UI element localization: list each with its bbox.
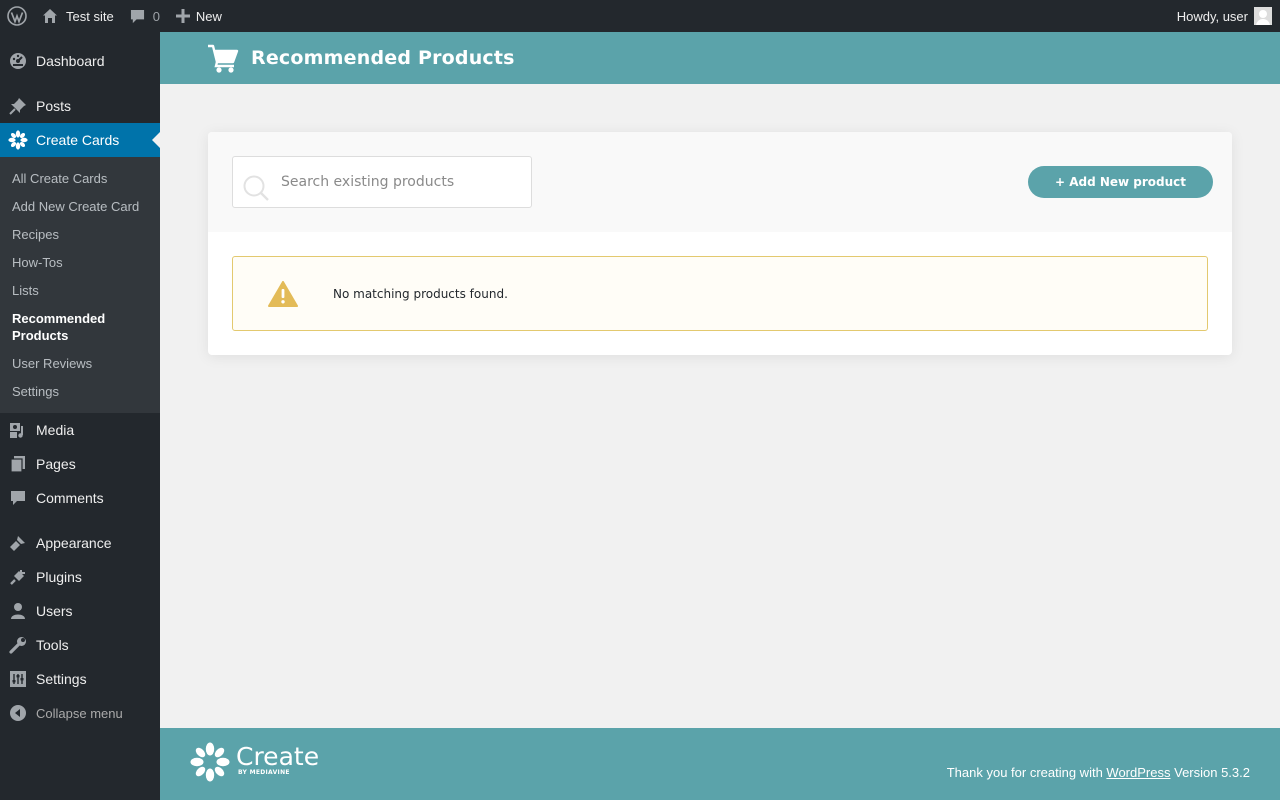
submenu-settings[interactable]: Settings	[0, 377, 160, 405]
wordpress-logo-button[interactable]	[0, 0, 34, 32]
notice-message: No matching products found.	[333, 286, 508, 301]
dashboard-icon	[8, 51, 28, 71]
sidebar-item-comments[interactable]: Comments	[0, 481, 160, 515]
comment-bubble-icon	[130, 9, 144, 23]
sidebar-item-media[interactable]: Media	[0, 413, 160, 447]
wrench-icon	[8, 635, 28, 655]
collapse-arrow-icon	[8, 703, 28, 723]
collapse-menu-button[interactable]: Collapse menu	[0, 696, 160, 730]
sidebar-item-tools[interactable]: Tools	[0, 628, 160, 662]
create-cards-submenu: All Create Cards Add New Create Card Rec…	[0, 157, 160, 413]
greeting-text: Howdy, user	[1176, 8, 1248, 24]
sidebar-item-label: Comments	[36, 490, 104, 506]
create-flower-logo-icon	[190, 742, 230, 782]
sidebar-item-label: Posts	[36, 98, 72, 114]
sidebar-item-label: Dashboard	[36, 53, 105, 69]
wordpress-link[interactable]: WordPress	[1106, 765, 1170, 780]
submenu-how-tos[interactable]: How-Tos	[0, 248, 160, 276]
avatar	[1254, 7, 1272, 25]
submenu-user-reviews[interactable]: User Reviews	[0, 349, 160, 377]
search-input[interactable]	[281, 157, 521, 207]
submenu-lists[interactable]: Lists	[0, 276, 160, 304]
comments-link[interactable]: 0	[122, 0, 168, 32]
sidebar-item-label: Users	[36, 603, 73, 619]
cart-icon	[207, 43, 239, 73]
footer-text-prefix: Thank you for creating with	[946, 765, 1103, 780]
new-content-button[interactable]: New	[168, 0, 230, 32]
submenu-all-create-cards[interactable]: All Create Cards	[0, 164, 160, 192]
footer-credit: Thank you for creating with WordPress Ve…	[947, 765, 1250, 780]
sidebar-item-appearance[interactable]: Appearance	[0, 526, 160, 560]
create-logo-word: Create	[236, 742, 320, 771]
submenu-recommended-products[interactable]: Recommended Products	[0, 304, 160, 349]
create-by-mediavine-logo: Create BY MEDIAVINE	[190, 742, 319, 782]
search-icon	[242, 174, 270, 205]
sidebar-item-settings[interactable]: Settings	[0, 662, 160, 696]
submenu-add-new-create-card[interactable]: Add New Create Card	[0, 192, 160, 220]
page-header: Recommended Products	[160, 32, 1280, 84]
plus-icon	[175, 9, 190, 23]
account-menu[interactable]: Howdy, user	[1169, 0, 1280, 32]
sidebar-item-users[interactable]: Users	[0, 594, 160, 628]
new-label: New	[195, 8, 222, 24]
sliders-icon	[8, 669, 28, 689]
sidebar-item-create-cards[interactable]: Create Cards	[0, 123, 160, 157]
submenu-recipes[interactable]: Recipes	[0, 220, 160, 248]
sidebar-item-dashboard[interactable]: Dashboard	[0, 44, 160, 78]
products-toolbar: + Add New product	[208, 132, 1232, 232]
site-name: Test site	[66, 8, 114, 24]
flower-icon	[8, 130, 28, 150]
sidebar-item-posts[interactable]: Posts	[0, 89, 160, 123]
sidebar-item-label: Pages	[36, 456, 76, 472]
add-new-product-button[interactable]: + Add New product	[1028, 166, 1213, 198]
admin-sidebar: Dashboard Posts Create Cards All Create …	[0, 32, 160, 800]
admin-bar: Test site 0 New Howdy, user	[0, 0, 1280, 32]
page-footer: Create BY MEDIAVINE Thank you for creati…	[160, 728, 1280, 800]
sidebar-item-label: Create Cards	[36, 132, 120, 148]
pin-icon	[8, 96, 28, 116]
sidebar-item-label: Tools	[36, 637, 69, 653]
wordpress-logo-icon	[7, 6, 27, 26]
page-title: Recommended Products	[251, 47, 515, 69]
site-name-link[interactable]: Test site	[34, 0, 122, 32]
sidebar-item-label: Plugins	[36, 569, 82, 585]
no-results-notice: No matching products found.	[232, 256, 1208, 331]
comment-icon	[8, 488, 28, 508]
warning-icon	[268, 280, 298, 307]
media-icon	[8, 420, 28, 440]
plug-icon	[8, 567, 28, 587]
sidebar-item-plugins[interactable]: Plugins	[0, 560, 160, 594]
wordpress-version: Version 5.3.2	[1174, 765, 1250, 780]
products-card: + Add New product No matching products f…	[208, 132, 1232, 355]
sidebar-item-pages[interactable]: Pages	[0, 447, 160, 481]
user-icon	[8, 601, 28, 621]
pages-icon	[8, 454, 28, 474]
sidebar-item-label: Appearance	[36, 535, 112, 551]
sidebar-item-label: Settings	[36, 671, 87, 687]
home-icon	[43, 9, 57, 23]
collapse-menu-label: Collapse menu	[36, 705, 123, 721]
logo-byline: BY MEDIAVINE	[238, 769, 290, 776]
brush-icon	[8, 533, 28, 553]
search-box	[232, 156, 532, 208]
sidebar-item-label: Media	[36, 422, 75, 438]
comments-count: 0	[152, 8, 160, 24]
